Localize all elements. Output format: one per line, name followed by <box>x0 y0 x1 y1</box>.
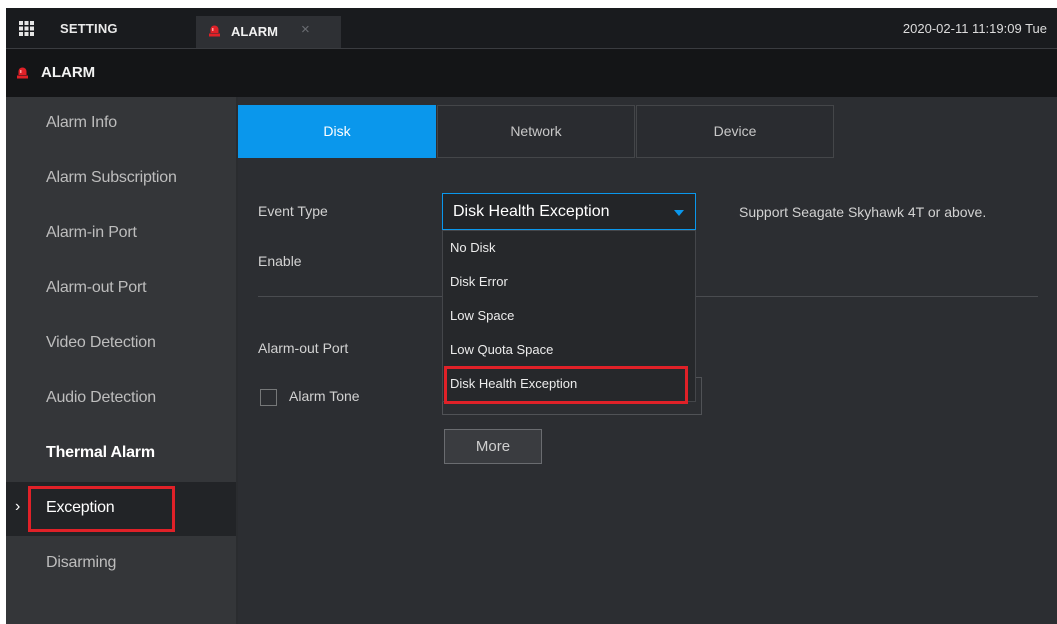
event-type-dropdown: No Disk Disk Error Low Space Low Quota S… <box>442 230 696 402</box>
sidebar-item-alarm-in-port[interactable]: Alarm-in Port <box>6 207 236 261</box>
top-bar: SETTING ALARM × 2020-02-11 11:19:09 Tue <box>6 8 1057 48</box>
tab-device[interactable]: Device <box>636 105 834 158</box>
sidebar-item-disarming[interactable]: Disarming <box>6 537 236 591</box>
dropdown-option-no-disk[interactable]: No Disk <box>443 231 695 265</box>
highlight-box <box>28 486 175 532</box>
sidebar-item-exception[interactable]: › Exception <box>6 482 236 536</box>
setting-tab-label: SETTING <box>60 21 118 36</box>
app-window: SETTING ALARM × 2020-02-11 11:19:09 Tue … <box>6 8 1057 624</box>
caret-down-icon <box>674 210 684 216</box>
event-type-label: Event Type <box>258 203 328 219</box>
sidebar-item-label: Alarm Subscription <box>46 169 177 186</box>
setting-tab[interactable]: SETTING <box>6 8 196 48</box>
sidebar-item-alarm-subscription[interactable]: Alarm Subscription <box>6 152 236 206</box>
dropdown-option-label: Disk Health Exception <box>450 376 578 391</box>
alarm-tone-checkbox[interactable] <box>260 389 277 406</box>
datetime-display: 2020-02-11 11:19:09 Tue <box>902 21 1047 36</box>
sidebar-item-alarm-out-port[interactable]: Alarm-out Port <box>6 262 236 316</box>
sidebar-item-thermal-alarm[interactable]: Thermal Alarm <box>6 427 236 481</box>
more-button[interactable]: More <box>444 429 542 464</box>
grid-menu-icon <box>19 21 34 36</box>
alarm-tab[interactable]: ALARM × <box>196 16 341 48</box>
event-type-selected-value: Disk Health Exception <box>453 203 610 220</box>
sidebar-item-label: Thermal Alarm <box>46 444 155 461</box>
sidebar-item-label: Disarming <box>46 554 117 571</box>
dropdown-option-label: Low Space <box>450 308 515 323</box>
sidebar-item-label: Alarm-out Port <box>46 279 147 296</box>
siren-icon <box>17 67 28 79</box>
support-note: Support Seagate Skyhawk 4T or above. <box>739 204 987 220</box>
tab-disk[interactable]: Disk <box>238 105 436 158</box>
sidebar-item-label: Alarm Info <box>46 114 117 131</box>
dropdown-option-label: Disk Error <box>450 274 508 289</box>
dropdown-option-disk-error[interactable]: Disk Error <box>443 265 695 299</box>
module-title: ALARM <box>41 64 96 81</box>
dropdown-option-low-quota-space[interactable]: Low Quota Space <box>443 333 695 367</box>
sidebar-item-video-detection[interactable]: Video Detection <box>6 317 236 371</box>
siren-icon <box>209 25 220 37</box>
event-type-select[interactable]: Disk Health Exception <box>442 193 696 230</box>
alarm-out-port-label: Alarm-out Port <box>258 340 349 356</box>
dropdown-option-disk-health-exception[interactable]: Disk Health Exception <box>443 367 695 401</box>
enable-label: Enable <box>258 253 302 269</box>
sidebar-item-label: Audio Detection <box>46 389 156 406</box>
sidebar-item-label: Alarm-in Port <box>46 224 137 241</box>
alarm-tab-label: ALARM <box>231 24 278 39</box>
dropdown-option-label: Low Quota Space <box>450 342 554 357</box>
chevron-right-icon: › <box>15 498 21 515</box>
alarm-tone-label: Alarm Tone <box>289 388 360 404</box>
module-header: ALARM <box>6 48 1057 97</box>
tab-network[interactable]: Network <box>437 105 635 158</box>
dropdown-option-label: No Disk <box>450 240 496 255</box>
sidebar: Alarm Info Alarm Subscription Alarm-in P… <box>6 97 238 624</box>
dropdown-option-low-space[interactable]: Low Space <box>443 299 695 333</box>
sidebar-item-audio-detection[interactable]: Audio Detection <box>6 372 236 426</box>
sidebar-item-label: Video Detection <box>46 334 156 351</box>
close-icon[interactable]: × <box>301 21 310 38</box>
sidebar-item-alarm-info[interactable]: Alarm Info <box>6 97 236 151</box>
